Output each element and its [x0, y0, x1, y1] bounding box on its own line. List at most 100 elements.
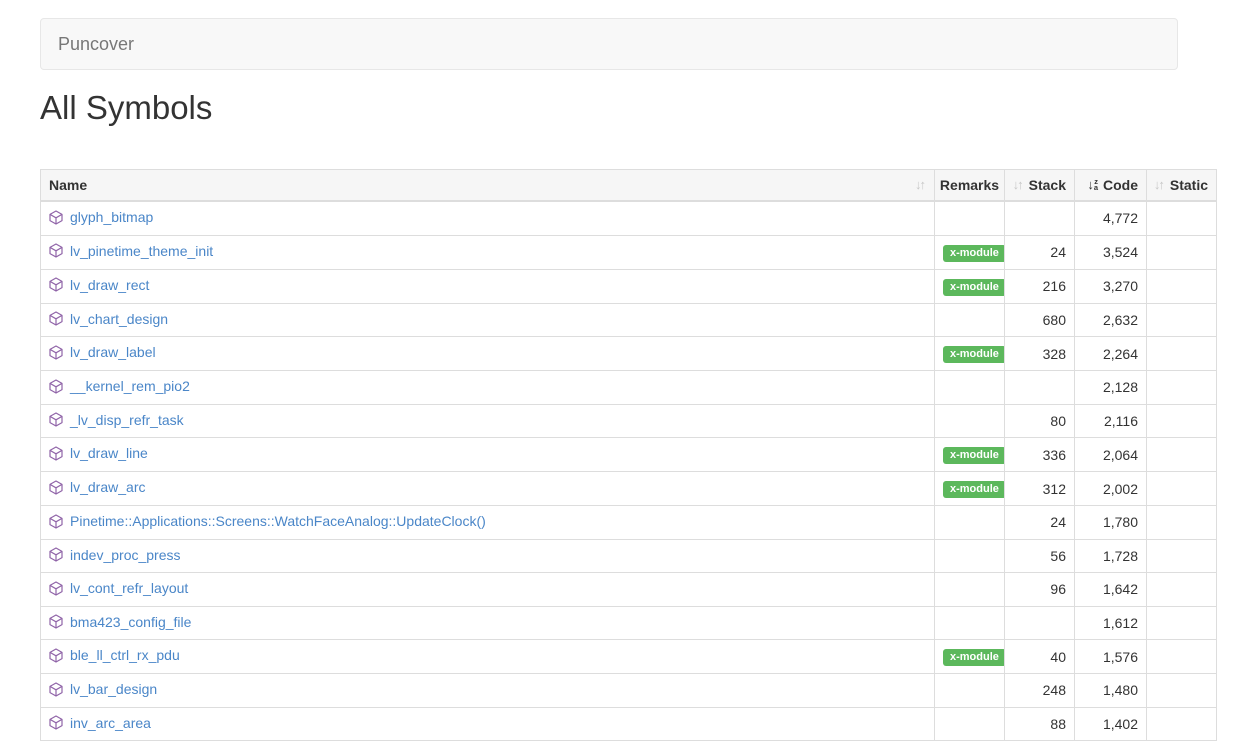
name-cell: glyph_bitmap	[41, 201, 935, 235]
symbol-link[interactable]: bma423_config_file	[49, 614, 191, 630]
remarks-cell: x-module	[935, 269, 1005, 303]
symbol-link[interactable]: lv_chart_design	[49, 311, 168, 327]
symbol-link[interactable]: glyph_bitmap	[49, 209, 153, 225]
package-icon	[49, 345, 63, 360]
stack-cell	[1005, 201, 1075, 235]
symbol-name: _lv_disp_refr_task	[70, 412, 184, 428]
code-cell: 3,270	[1075, 269, 1147, 303]
name-cell: lv_draw_label	[41, 337, 935, 371]
table-header: Name↓↑Remarks↓↑Stack↓zaCode↓↑Static	[41, 170, 1217, 202]
symbol-name: inv_arc_area	[70, 715, 151, 731]
symbol-link[interactable]: inv_arc_area	[49, 715, 151, 731]
static-cell	[1147, 573, 1217, 607]
code-cell: 2,632	[1075, 303, 1147, 337]
x-module-badge: x-module	[943, 447, 1005, 464]
symbol-name: lv_draw_line	[70, 445, 148, 461]
remarks-cell	[935, 201, 1005, 235]
name-cell: lv_cont_refr_layout	[41, 573, 935, 607]
package-icon	[49, 581, 63, 596]
stack-cell: 88	[1005, 707, 1075, 741]
symbol-link[interactable]: lv_pinetime_theme_init	[49, 243, 213, 259]
symbol-name: lv_pinetime_theme_init	[70, 243, 213, 259]
symbol-name: lv_draw_rect	[70, 277, 149, 293]
symbol-link[interactable]: lv_draw_rect	[49, 277, 149, 293]
symbol-name: lv_draw_arc	[70, 479, 145, 495]
symbol-link[interactable]: __kernel_rem_pio2	[49, 378, 190, 394]
code-cell: 1,480	[1075, 674, 1147, 708]
symbol-link[interactable]: indev_proc_press	[49, 547, 181, 563]
package-icon	[49, 243, 63, 258]
table-row: lv_cont_refr_layout 961,642	[41, 573, 1217, 607]
name-cell: lv_draw_line	[41, 438, 935, 472]
symbol-link[interactable]: lv_cont_refr_layout	[49, 580, 188, 596]
package-icon	[49, 648, 63, 663]
package-icon	[49, 682, 63, 697]
stack-cell: 40	[1005, 640, 1075, 674]
page-title: All Symbols	[40, 89, 1260, 127]
static-cell	[1147, 606, 1217, 640]
package-icon	[49, 311, 63, 326]
table-row: lv_draw_labelx-module3282,264	[41, 337, 1217, 371]
table-row: __kernel_rem_pio22,128	[41, 371, 1217, 405]
column-header-static[interactable]: ↓↑Static	[1147, 170, 1217, 202]
static-cell	[1147, 674, 1217, 708]
symbol-link[interactable]: lv_bar_design	[49, 681, 157, 697]
table-row: lv_draw_rectx-module2163,270	[41, 269, 1217, 303]
stack-cell: 312	[1005, 472, 1075, 506]
symbol-name: glyph_bitmap	[70, 209, 153, 225]
package-icon	[49, 277, 63, 292]
package-icon	[49, 446, 63, 461]
name-cell: lv_chart_design	[41, 303, 935, 337]
symbol-link[interactable]: _lv_disp_refr_task	[49, 412, 184, 428]
symbol-link[interactable]: lv_draw_arc	[49, 479, 145, 495]
stack-cell	[1005, 371, 1075, 405]
remarks-cell	[935, 606, 1005, 640]
static-cell	[1147, 371, 1217, 405]
symbol-link[interactable]: Pinetime::Applications::Screens::WatchFa…	[49, 513, 486, 529]
column-label-remarks: Remarks	[940, 177, 999, 193]
code-cell: 4,772	[1075, 201, 1147, 235]
static-cell	[1147, 269, 1217, 303]
name-cell: indev_proc_press	[41, 539, 935, 573]
name-cell: _lv_disp_refr_task	[41, 404, 935, 438]
static-cell	[1147, 404, 1217, 438]
column-header-code[interactable]: ↓zaCode	[1075, 170, 1147, 202]
sort-both-icon: ↓↑	[1154, 177, 1165, 193]
remarks-cell	[935, 371, 1005, 405]
table-row: lv_draw_arcx-module3122,002	[41, 472, 1217, 506]
remarks-cell	[935, 303, 1005, 337]
table-row: Pinetime::Applications::Screens::WatchFa…	[41, 506, 1217, 540]
static-cell	[1147, 707, 1217, 741]
package-icon	[49, 210, 63, 225]
remarks-cell: x-module	[935, 640, 1005, 674]
column-header-name[interactable]: Name↓↑	[41, 170, 935, 202]
remarks-cell	[935, 573, 1005, 607]
package-icon	[49, 514, 63, 529]
column-header-inner: Remarks	[943, 177, 996, 193]
code-cell: 1,642	[1075, 573, 1147, 607]
package-icon	[49, 412, 63, 427]
name-cell: lv_bar_design	[41, 674, 935, 708]
name-cell: __kernel_rem_pio2	[41, 371, 935, 405]
static-cell	[1147, 539, 1217, 573]
code-cell: 1,402	[1075, 707, 1147, 741]
static-cell	[1147, 472, 1217, 506]
column-label-name: Name	[49, 177, 87, 193]
stack-cell: 96	[1005, 573, 1075, 607]
navbar-brand[interactable]: Puncover	[58, 34, 134, 54]
symbol-link[interactable]: lv_draw_line	[49, 445, 148, 461]
column-header-remarks: Remarks	[935, 170, 1005, 202]
symbol-link[interactable]: lv_draw_label	[49, 344, 156, 360]
static-cell	[1147, 303, 1217, 337]
table-row: lv_chart_design6802,632	[41, 303, 1217, 337]
column-header-stack[interactable]: ↓↑Stack	[1005, 170, 1075, 202]
column-label-stack: Stack	[1029, 177, 1066, 193]
x-module-badge: x-module	[943, 245, 1005, 262]
column-header-inner: ↓↑Stack	[1013, 177, 1066, 193]
symbol-name: lv_bar_design	[70, 681, 157, 697]
name-cell: inv_arc_area	[41, 707, 935, 741]
column-label-code: Code	[1103, 177, 1138, 193]
package-icon	[49, 715, 63, 730]
table-row: glyph_bitmap 4,772	[41, 201, 1217, 235]
symbol-link[interactable]: ble_ll_ctrl_rx_pdu	[49, 647, 180, 663]
